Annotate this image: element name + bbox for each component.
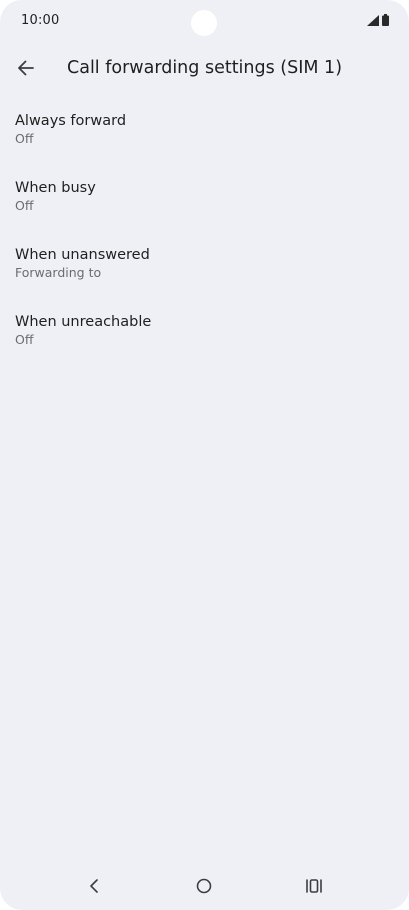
setting-title: When unreachable	[15, 314, 152, 330]
nav-back-button[interactable]	[79, 876, 109, 900]
arrow-left-icon	[16, 58, 36, 82]
status-icons	[367, 14, 389, 26]
status-bar: 10:00	[0, 0, 409, 44]
setting-summary: Off	[15, 332, 34, 347]
phone-screen: 10:00 Call forwarding settings (SIM 1) A…	[0, 0, 409, 910]
setting-when-busy[interactable]: When busy Off	[0, 170, 409, 237]
nav-recents-button[interactable]	[299, 876, 329, 900]
camera-cutout	[191, 10, 217, 36]
nav-home-button[interactable]	[189, 876, 219, 900]
setting-summary: Forwarding to	[15, 265, 102, 280]
navigation-bar	[0, 866, 409, 910]
setting-title: Always forward	[15, 113, 127, 129]
setting-when-unreachable[interactable]: When unreachable Off	[0, 304, 409, 371]
battery-icon	[382, 14, 389, 26]
setting-summary: Off	[15, 131, 34, 146]
setting-title: When unanswered	[15, 247, 150, 263]
app-bar: Call forwarding settings (SIM 1)	[0, 48, 409, 92]
setting-title: When busy	[15, 180, 96, 196]
settings-list: Always forward Off When busy Off When un…	[0, 103, 409, 371]
setting-always-forward[interactable]: Always forward Off	[0, 103, 409, 170]
back-button[interactable]	[12, 56, 40, 84]
nav-back-icon	[88, 878, 100, 898]
nav-home-icon	[195, 877, 213, 899]
signal-icon	[367, 14, 379, 26]
setting-when-unanswered[interactable]: When unanswered Forwarding to	[0, 237, 409, 304]
page-title: Call forwarding settings (SIM 1)	[67, 58, 343, 78]
status-time: 10:00	[21, 13, 60, 28]
setting-summary: Off	[15, 198, 34, 213]
nav-recents-icon	[305, 878, 323, 898]
